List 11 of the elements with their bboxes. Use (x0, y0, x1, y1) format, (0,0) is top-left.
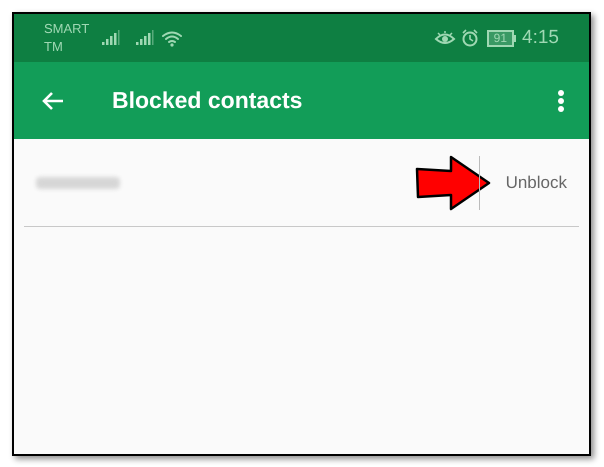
carrier-label: SMART TM (44, 20, 89, 56)
unblock-button[interactable]: Unblock (506, 170, 567, 196)
eye-icon (434, 30, 456, 46)
arrow-icon (414, 154, 491, 210)
wifi-icon (161, 30, 183, 46)
alarm-icon (460, 29, 479, 47)
signal-icon (135, 30, 155, 46)
screen-title: Blocked contacts (112, 86, 302, 116)
battery-icon: 91 (486, 30, 516, 46)
clock-time: 4:15 (522, 26, 559, 50)
signal-icon (101, 30, 121, 46)
